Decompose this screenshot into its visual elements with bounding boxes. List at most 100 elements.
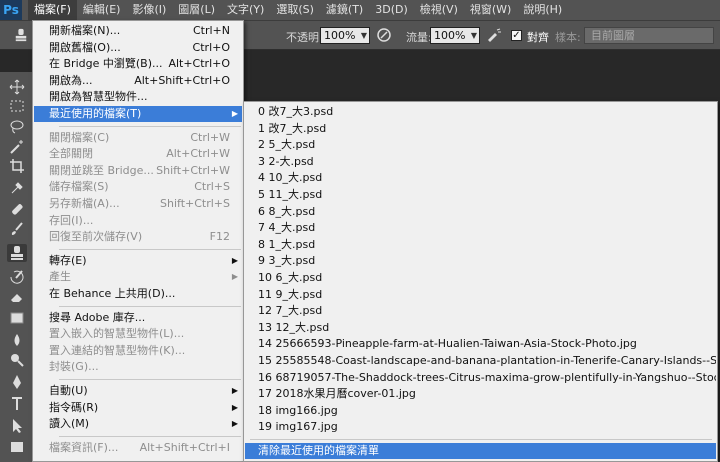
recent-file-item[interactable]: 0 改7_大3.psd (245, 104, 716, 120)
align-checkbox[interactable]: ✓ (511, 30, 522, 41)
menubar-item[interactable]: 圖層(L) (172, 0, 221, 20)
menu-item-shortcut: Shift+Ctrl+S (160, 197, 230, 210)
menu-item-shortcut: Alt+Shift+Ctrl+I (139, 440, 230, 454)
eraser-icon[interactable] (7, 288, 27, 306)
recent-file-item[interactable]: 12 7_大.psd (245, 303, 716, 319)
recent-file-item[interactable]: 14 25666593-Pineapple-farm-at-Hualien-Ta… (245, 336, 716, 352)
file-menu-item[interactable]: 開啟為... Alt+Shift+Ctrl+O (34, 73, 242, 89)
menu-item-shortcut: Ctrl+N (192, 24, 230, 37)
file-menu-item: 檔案資訊(F)... Alt+Shift+Ctrl+I (34, 440, 242, 456)
recent-file-item[interactable]: 4 10_大.psd (245, 170, 716, 186)
pen-icon[interactable] (7, 373, 27, 391)
file-menu-item[interactable]: 自動(U) ▶ (34, 383, 242, 399)
history-brush-icon[interactable] (7, 268, 27, 286)
brush-icon[interactable] (7, 220, 27, 238)
menu-item-label: 在 Bridge 中瀏覽(B)... (49, 57, 163, 71)
align-label: 對齊 (527, 31, 549, 44)
type-icon[interactable] (7, 395, 27, 413)
recent-file-item[interactable]: 15 25585548-Coast-landscape-and-banana-p… (245, 353, 716, 369)
menu-item-label: 置入嵌入的智慧型物件(L)... (49, 327, 185, 341)
file-menu-item: 關閉檔案(C) Ctrl+W (34, 130, 242, 146)
recent-file-item[interactable]: 3 2-大.psd (245, 154, 716, 170)
recent-file-item[interactable]: 7 4_大.psd (245, 220, 716, 236)
opacity-label: 不透明: (286, 31, 323, 44)
menubar-item[interactable]: 3D(D) (369, 0, 414, 20)
file-menu-item[interactable]: 開新檔案(N)... Ctrl+N (34, 23, 242, 39)
shape-icon[interactable] (7, 438, 27, 456)
menu-item-label: 讀入(M) (49, 417, 90, 431)
file-menu-item[interactable]: 開啟為智慧型物件... (34, 89, 242, 105)
sample-select[interactable]: 目前圖層 (584, 27, 714, 44)
file-menu-item[interactable]: 開啟舊檔(O)... Ctrl+O (34, 40, 242, 56)
menubar-item[interactable]: 影像(I) (126, 0, 172, 20)
file-menu-item: 置入連結的智慧型物件(K)... (34, 343, 242, 359)
menu-item-shortcut: Ctrl+S (194, 180, 230, 194)
file-menu-item[interactable]: 指令碼(R) ▶ (34, 400, 242, 416)
clone-stamp-icon[interactable] (7, 244, 27, 262)
recent-file-item[interactable]: 9 3_大.psd (245, 253, 716, 269)
menu-item-label: 開啟為... (49, 73, 93, 87)
recent-file-item[interactable]: 2 5_大.psd (245, 137, 716, 153)
photoshop-logo[interactable]: Ps (0, 0, 22, 20)
menu-item-label: 開啟為智慧型物件... (49, 90, 148, 104)
clone-stamp-icon[interactable] (14, 28, 28, 42)
menubar-item[interactable]: 濾鏡(T) (320, 0, 369, 20)
recent-file-item[interactable]: 8 1_大.psd (245, 237, 716, 253)
magic-wand-icon[interactable] (7, 138, 27, 156)
menubar-item[interactable]: 說明(H) (517, 0, 568, 20)
menu-item-label: 全部關閉 (49, 147, 93, 161)
menu-bar: Ps 檔案(F) 編輯(E) 影像(I) 圖層(L) 文字(Y) 選取(S) 濾鏡(T) 3D… (0, 0, 720, 20)
flow-field[interactable]: 100% ▼ (430, 27, 480, 44)
file-menu-item: 全部關閉 Alt+Ctrl+W (34, 146, 242, 162)
move-icon[interactable] (7, 78, 27, 96)
menubar-item[interactable]: 編輯(E) (77, 0, 127, 20)
file-menu-item[interactable]: 轉存(E) ▶ (34, 253, 242, 269)
path-select-icon[interactable] (7, 417, 27, 435)
menubar-item[interactable]: 檢視(V) (414, 0, 464, 20)
menu-item-label: 搜尋 Adobe 庫存... (49, 310, 146, 324)
recent-file-item[interactable]: 1 改7_大.psd (245, 121, 716, 137)
opacity-field[interactable]: 100% ▼ (320, 27, 370, 44)
menu-item-label: 儲存檔案(S) (49, 180, 109, 194)
file-menu-item[interactable]: 搜尋 Adobe 庫存... (34, 310, 242, 326)
dodge-icon[interactable] (7, 351, 27, 369)
gradient-icon[interactable] (7, 309, 27, 327)
eyedropper-icon[interactable] (7, 179, 27, 197)
file-menu-item: 存回(I)... (34, 213, 242, 229)
airbrush-icon[interactable] (486, 27, 502, 43)
recent-file-item[interactable]: 5 11_大.psd (245, 187, 716, 203)
menubar-item[interactable]: 視窗(W) (464, 0, 517, 20)
recent-file-item[interactable]: 18 img166.jpg (245, 403, 716, 419)
menu-item-label: 指令碼(R) (49, 400, 99, 414)
healing-brush-icon[interactable] (7, 200, 27, 218)
clear-recent-files-item[interactable]: 清除最近使用的檔案清單 (245, 443, 716, 459)
recent-file-item[interactable]: 11 9_大.psd (245, 287, 716, 303)
menubar-item[interactable]: 選取(S) (270, 0, 320, 20)
menubar-item[interactable]: 文字(Y) (221, 0, 270, 20)
menu-item-label: 封裝(G)... (49, 360, 99, 374)
menu-item-shortcut: Shift+Ctrl+W (156, 163, 230, 177)
recent-file-item[interactable]: 10 6_大.psd (245, 270, 716, 286)
recent-file-item[interactable]: 13 12_大.psd (245, 320, 716, 336)
menu-item-label: 開啟舊檔(O)... (49, 40, 121, 54)
menu-item-label: 檔案資訊(F)... (49, 440, 119, 454)
file-menu-item[interactable]: 最近使用的檔案(T) ▶ (34, 106, 242, 122)
file-menu-item[interactable]: 讀入(M) ▶ (34, 416, 242, 432)
menu-item-shortcut: F12 (209, 230, 230, 244)
recent-file-item[interactable]: 17 2018水果月曆cover-01.jpg (245, 386, 716, 402)
recent-file-item[interactable]: 6 8_大.psd (245, 204, 716, 220)
file-menu-item: 儲存檔案(S) Ctrl+S (34, 179, 242, 195)
menu-item-label: 關閉並跳至 Bridge... (49, 163, 154, 177)
menubar-item[interactable]: 檔案(F) (28, 0, 77, 20)
marquee-icon[interactable] (7, 97, 27, 115)
sample-label: 樣本: (555, 31, 581, 44)
lasso-icon[interactable] (7, 118, 27, 136)
file-menu-item[interactable]: 在 Bridge 中瀏覽(B)... Alt+Ctrl+O (34, 56, 242, 72)
blur-icon[interactable] (7, 331, 27, 349)
file-menu-item[interactable]: 在 Behance 上共用(D)... (34, 286, 242, 302)
crop-icon[interactable] (7, 157, 27, 175)
recent-file-item[interactable]: 16 68719057-The-Shaddock-trees-Citrus-ma… (245, 370, 716, 386)
recent-file-item[interactable]: 19 img167.jpg (245, 419, 716, 435)
file-menu-item: 產生 ▶ (34, 269, 242, 285)
pressure-opacity-icon[interactable] (376, 27, 392, 43)
